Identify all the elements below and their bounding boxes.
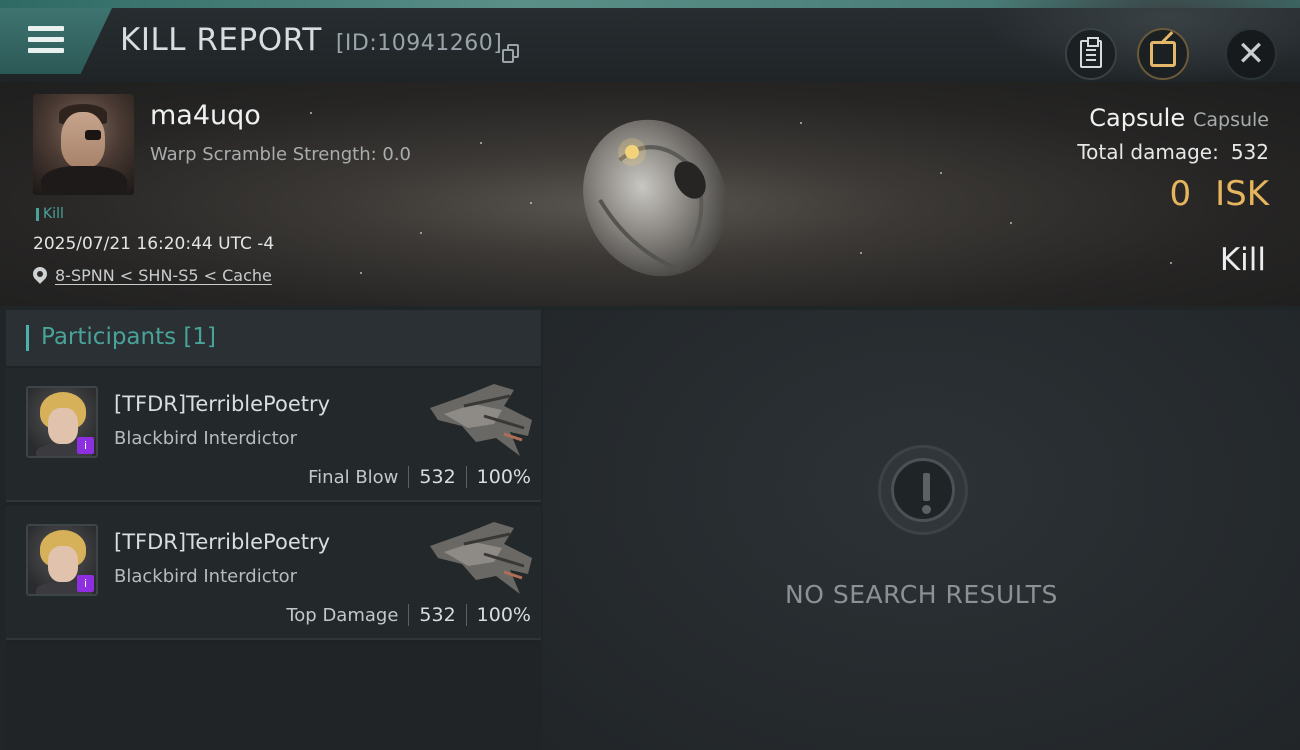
stat-divider [465,466,467,488]
participant-row[interactable]: i [TFDR]TerriblePoetry Blackbird Interdi… [6,368,541,502]
participant-percent: 100% [476,604,531,626]
kill-tag-marker [36,207,39,221]
total-damage: Total damage: 532 [1077,140,1269,164]
stat-divider [408,466,410,488]
no-results-text: NO SEARCH RESULTS [785,580,1058,609]
participant-avatar[interactable]: i [26,386,98,458]
victim-portrait[interactable] [33,94,134,195]
location-link[interactable]: 8-SPNN < SHN-S5 < Cache [55,266,272,285]
info-badge-icon: i [77,437,94,454]
participant-role: Final Blow [308,466,399,488]
participant-role: Top Damage [286,604,399,626]
share-button[interactable] [1137,28,1189,80]
participants-label: Participants [41,324,177,350]
menu-icon [28,26,64,54]
stat-divider [408,604,410,626]
participants-count: [1] [183,324,217,350]
participant-percent: 100% [476,466,531,488]
alert-icon [878,445,968,535]
isk-value: 0 ISK [1169,174,1269,214]
participant-avatar[interactable]: i [26,524,98,596]
close-button[interactable]: ✕ [1225,28,1277,80]
capsule-ship-image [583,119,727,277]
ship-name: Capsule [1089,104,1186,132]
participant-stats: Final Blow 532 100% [308,466,531,488]
isk-unit: ISK [1215,174,1269,214]
victim-ship[interactable]: Capsule Capsule [1089,104,1269,132]
isk-amount: 0 [1169,174,1192,214]
participant-ship-image [430,384,532,456]
participant-name: [TFDR]TerriblePoetry [114,392,331,416]
participant-ship: Blackbird Interdictor [114,428,298,449]
page-title: KILL REPORT [120,22,322,58]
participants-empty-area [6,644,541,750]
ship-class: Capsule [1193,109,1269,131]
clipboard-icon [1080,37,1102,68]
clipboard-button[interactable] [1065,28,1117,80]
location-pin-icon [33,267,47,285]
report-result: Kill [1219,242,1266,278]
participant-row[interactable]: i [TFDR]TerriblePoetry Blackbird Interdi… [6,506,541,640]
location[interactable]: 8-SPNN < SHN-S5 < Cache [33,266,272,285]
participants-header: Participants [1] [6,310,541,366]
header-accent [26,325,29,351]
search-results-panel: NO SEARCH RESULTS [543,310,1300,750]
total-damage-label: Total damage: [1077,140,1219,164]
kill-tag: Kill [36,206,64,222]
close-icon: ✕ [1236,34,1266,74]
copy-icon[interactable] [502,44,520,64]
total-damage-value: 532 [1230,140,1269,164]
participant-ship-image [430,522,532,594]
participants-panel: Participants [1] i [TFDR]TerriblePoetry … [6,310,541,750]
victim-name[interactable]: ma4uqo [150,100,261,131]
report-id: [ID:10941260] [335,31,503,56]
kill-report-window: KILL REPORT [ID:10941260] ✕ ma4uqo Warp … [0,0,1300,750]
warp-scramble-strength: Warp Scramble Strength: 0.0 [150,144,412,165]
participant-ship: Blackbird Interdictor [114,566,298,587]
participant-stats: Top Damage 532 100% [286,604,531,626]
participant-name: [TFDR]TerriblePoetry [114,530,331,554]
stat-divider [465,604,467,626]
menu-button[interactable] [0,8,112,74]
title-group: KILL REPORT [ID:10941260] [120,22,502,58]
victim-summary: ma4uqo Warp Scramble Strength: 0.0 Kill … [0,82,1300,306]
share-icon [1150,41,1176,67]
header-bar: KILL REPORT [ID:10941260] ✕ [0,0,1300,90]
kill-timestamp: 2025/07/21 16:20:44 UTC -4 [33,234,275,254]
participant-damage: 532 [419,466,456,488]
info-badge-icon: i [77,575,94,592]
participant-damage: 532 [419,604,456,626]
